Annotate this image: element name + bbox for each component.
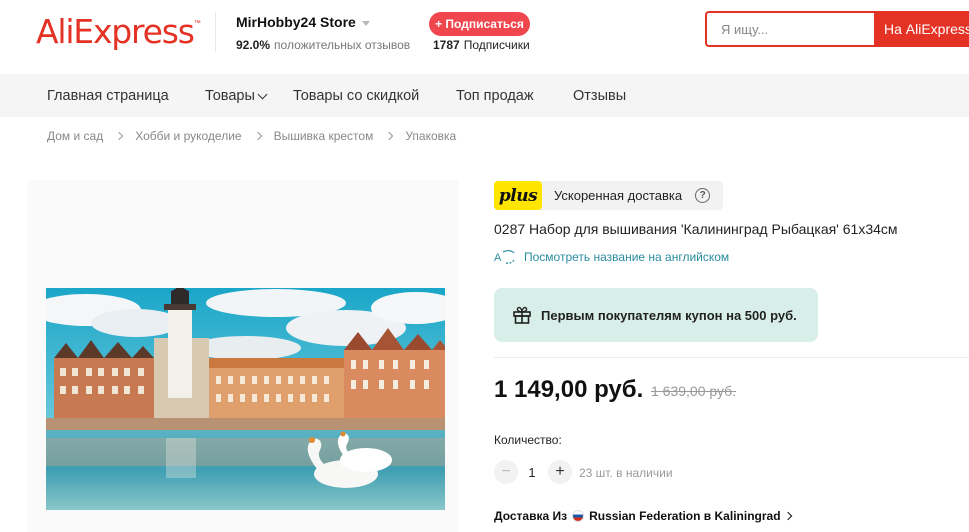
followers-count: 1787: [433, 38, 460, 52]
breadcrumb-item[interactable]: Упаковка: [405, 129, 456, 143]
svg-text:A: A: [494, 252, 502, 264]
plus-shipping-label: Ускоренная доставка: [554, 188, 683, 203]
search-input[interactable]: [721, 13, 871, 45]
chevron-right-icon: [253, 131, 262, 141]
nav-item-home[interactable]: Главная страница: [47, 88, 169, 104]
followers: 1787 Подписчики: [433, 38, 530, 52]
translate-icon: A: [494, 250, 516, 264]
nav-item-products-label: Товары: [205, 88, 255, 104]
chevron-right-icon: [783, 511, 792, 521]
search-button[interactable]: На AliExpress: [874, 11, 969, 47]
chevron-down-icon: [257, 89, 268, 99]
quantity-label: Количество:: [494, 433, 562, 447]
plus-shipping-bar: plus Ускоренная доставка ?: [494, 181, 723, 210]
breadcrumb-item[interactable]: Дом и сад: [47, 129, 103, 143]
follow-button[interactable]: + Подписаться: [429, 12, 530, 36]
store-name: MirHobby24 Store: [236, 14, 356, 30]
store-rating: 92.0% положительных отзывов: [236, 38, 410, 52]
kaliningrad-painting: [46, 288, 445, 510]
nav-item-products[interactable]: Товары: [205, 88, 268, 104]
store-name-dropdown[interactable]: MirHobby24 Store: [236, 14, 370, 30]
stock-count: 23 шт. в наличии: [579, 466, 673, 480]
translate-link-label: Посмотреть название на английском: [524, 250, 730, 264]
quantity-increase-button[interactable]: +: [548, 460, 572, 484]
shipping-selector[interactable]: Доставка Из Russian Federation в Kalinin…: [494, 509, 792, 523]
section-divider: [494, 357, 969, 358]
nav-item-sale[interactable]: Товары со скидкой: [293, 88, 419, 104]
translate-link[interactable]: A Посмотреть название на английском: [494, 249, 729, 265]
shipping-prefix: Доставка Из: [494, 509, 568, 523]
coupon-banner[interactable]: Первым покупателям купон на 500 руб.: [494, 288, 818, 342]
aliexpress-logo[interactable]: AliExpress ™: [36, 12, 201, 52]
russia-flag-icon: [572, 510, 585, 522]
rating-label: положительных отзывов: [274, 38, 411, 52]
coupon-text: Первым покупателям купон на 500 руб.: [541, 307, 797, 323]
shipping-from: Russian Federation: [589, 509, 701, 523]
logo-text: AliExpress: [36, 12, 195, 51]
store-nav: Главная страница Товары Товары со скидко…: [0, 74, 969, 117]
original-price: 1 639,00 руб.: [651, 383, 737, 399]
header-divider: [215, 12, 216, 52]
chevron-right-icon: [114, 131, 124, 141]
current-price: 1 149,00 руб.: [494, 376, 644, 403]
nav-item-top-sales[interactable]: Топ продаж: [456, 88, 534, 104]
breadcrumb-item[interactable]: Вышивка крестом: [274, 129, 374, 143]
shipping-to: Kaliningrad: [714, 509, 781, 523]
caret-down-icon: [361, 20, 370, 26]
nav-item-reviews[interactable]: Отзывы: [573, 88, 626, 104]
breadcrumb: Дом и сад Хобби и рукоделие Вышивка крес…: [47, 129, 456, 143]
product-title: 0287 Набор для вышивания 'Калининград Ры…: [494, 221, 898, 237]
rating-value: 92.0%: [236, 38, 271, 52]
plus-badge: plus: [494, 181, 542, 210]
gift-icon: [513, 306, 531, 324]
followers-label: Подписчики: [463, 38, 530, 52]
quantity-value[interactable]: 1: [520, 465, 544, 480]
chevron-right-icon: [385, 131, 394, 141]
header: AliExpress ™ MirHobby24 Store 92.0% полож…: [0, 0, 969, 74]
help-icon[interactable]: ?: [695, 188, 711, 203]
quantity-decrease-button[interactable]: −: [494, 460, 518, 484]
logo-trademark: ™: [193, 20, 201, 27]
breadcrumb-item[interactable]: Хобби и рукоделие: [135, 129, 241, 143]
product-image[interactable]: [46, 288, 445, 510]
shipping-to-prefix: в: [703, 509, 712, 523]
